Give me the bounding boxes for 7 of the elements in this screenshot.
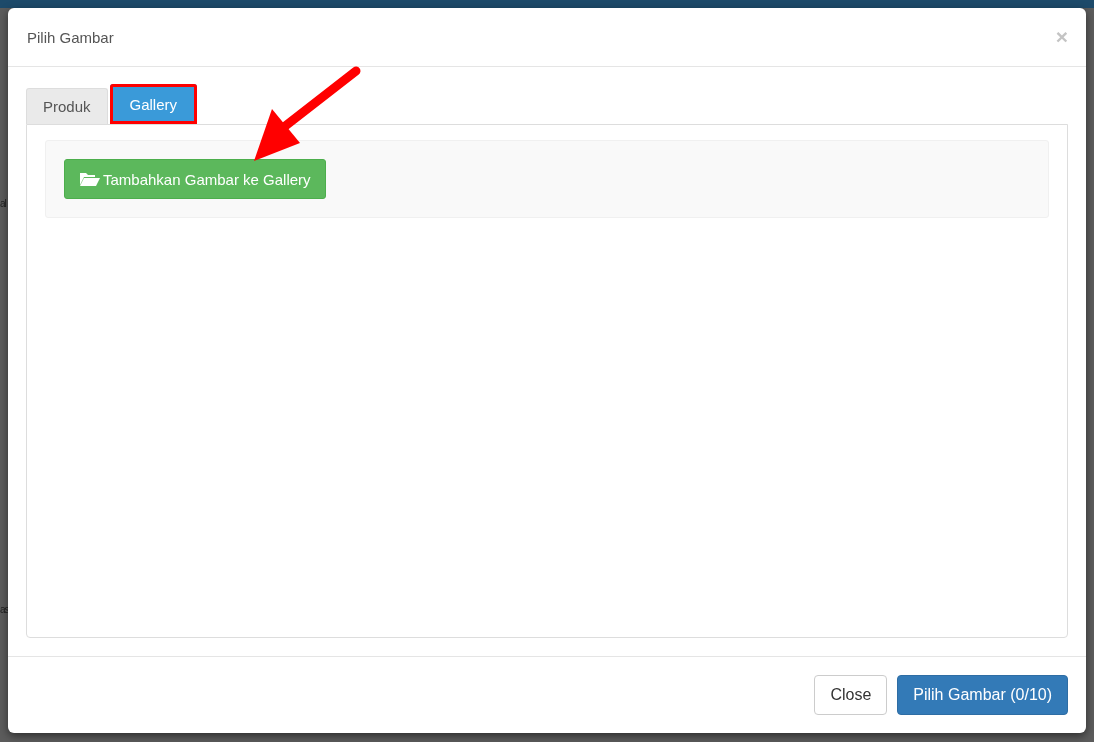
dialog-title: Pilih Gambar bbox=[27, 28, 114, 46]
add-image-button[interactable]: Tambahkan Gambar ke Gallery bbox=[64, 159, 326, 199]
close-button[interactable]: Close bbox=[814, 675, 888, 715]
folder-icon bbox=[79, 171, 101, 187]
select-button[interactable]: Pilih Gambar (0/10) bbox=[897, 675, 1068, 715]
tab[interactable]: Gallery bbox=[109, 84, 198, 124]
tab[interactable]: Produk bbox=[26, 88, 108, 124]
